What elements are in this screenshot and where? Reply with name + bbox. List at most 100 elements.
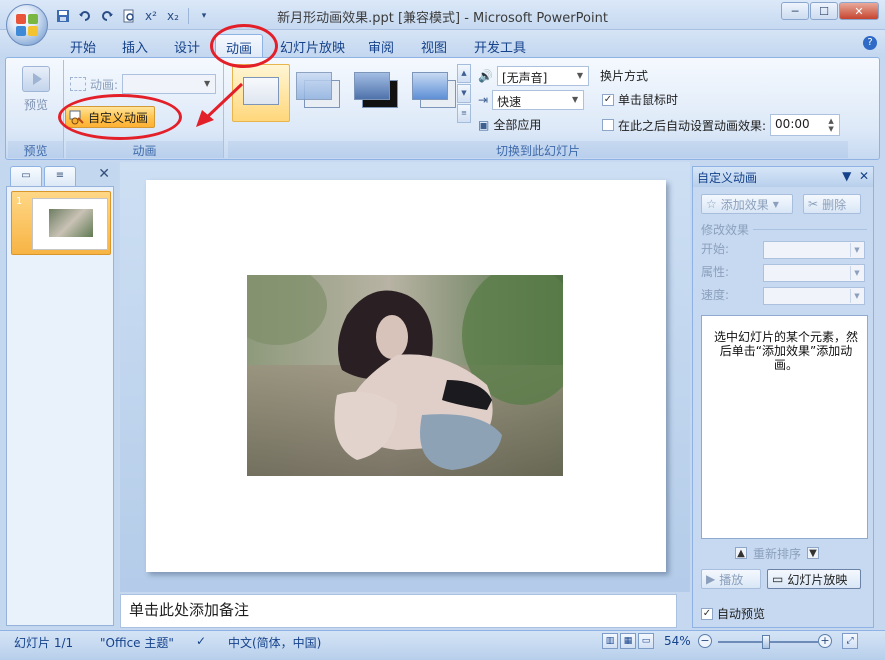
sound-value: [无声音] (501, 71, 548, 85)
slide-sorter-icon[interactable]: ▦ (620, 633, 636, 649)
outline-tab-icon[interactable]: ≡ (44, 166, 76, 186)
animation-list-hint: 选中幻灯片的某个元素，然后单击“添加效果”添加动画。 (713, 330, 858, 372)
add-effect-button[interactable]: ☆ 添加效果 ▼ (701, 194, 793, 214)
tab-home[interactable]: 开始 (60, 34, 106, 57)
slide-photo[interactable] (247, 275, 563, 476)
slideshow-button[interactable]: ▭ 幻灯片放映 (767, 569, 861, 589)
apply-all-button[interactable]: ▣ 全部应用 (478, 116, 541, 133)
tab-insert[interactable]: 插入 (112, 34, 158, 57)
play-label: 播放 (719, 572, 744, 587)
language[interactable]: 中文(简体，中国) (228, 634, 321, 651)
maximize-button[interactable]: ☐ (810, 2, 838, 20)
zoom-in-icon[interactable]: + (818, 634, 832, 648)
slide-thumbnail-selected[interactable]: 1 (11, 191, 111, 255)
chevron-down-icon: ▼ (576, 71, 584, 80)
play-button[interactable]: ▶ 播放 (701, 569, 761, 589)
close-icon[interactable]: ✕ (859, 169, 869, 183)
animation-label: 动画: (90, 77, 119, 92)
slide-canvas[interactable] (146, 180, 666, 572)
slide-frame-icon (354, 72, 390, 100)
slide-editor (120, 162, 690, 592)
move-up-icon[interactable]: ▲ (735, 547, 747, 559)
speed-value: 快速 (497, 95, 522, 109)
thumbnail-photo (49, 209, 93, 237)
slide-tab-icon[interactable]: ▭ (10, 166, 42, 186)
gallery-scroll: ▲ ▼ ≡ (457, 64, 471, 123)
preview-group: 预览 预览 (8, 60, 64, 158)
reorder-row: ▲ 重新排序 ▼ (735, 544, 855, 562)
custom-animation-pane: 自定义动画 ▼ ✕ ☆ 添加效果 ▼ ✂ 删除 修改效果 开始: ▼ 属性: ▼… (692, 166, 874, 628)
delete-button[interactable]: ✂ 删除 (803, 194, 861, 214)
tab-design[interactable]: 设计 (164, 34, 210, 57)
slideshow-label: 幻灯片放映 (787, 572, 848, 587)
start-label: 开始: (701, 242, 730, 256)
speed-row: ⇥ 快速 ▼ (478, 90, 585, 110)
transition-group-label: 切换到此幻灯片 (228, 141, 848, 158)
preview-button[interactable]: 预览 (14, 66, 58, 113)
slide-panel-tabs: ▭ ≡ (10, 166, 76, 188)
slideshow-icon: ▭ (772, 572, 784, 586)
sound-row: 🔊 [无声音] ▼ (478, 66, 589, 86)
apply-all-icon: ▣ (478, 117, 490, 132)
auto-after-spinner[interactable]: 00:00 ▲ ▼ (770, 114, 841, 136)
notes-pane[interactable]: 单击此处添加备注 (120, 594, 677, 628)
sound-combo[interactable]: [无声音] ▼ (496, 66, 589, 86)
slide-count: 幻灯片 1/1 (14, 636, 74, 650)
slideshow-view-icon[interactable]: ▭ (638, 633, 654, 649)
slide-frame-icon (296, 72, 332, 100)
chevron-down-icon: ▼ (850, 289, 863, 303)
speed-combo[interactable]: 快速 ▼ (492, 90, 585, 110)
gallery-up-button[interactable]: ▲ (457, 64, 471, 83)
tab-view[interactable]: 视图 (411, 34, 457, 57)
close-icon[interactable]: ✕ (98, 166, 110, 182)
auto-after-row: 在此之后自动设置动画效果: 00:00 ▲ ▼ (602, 114, 841, 136)
slide-frame-icon (412, 72, 448, 100)
gallery-down-button[interactable]: ▼ (457, 84, 471, 103)
transition-gallery (232, 64, 472, 124)
close-button[interactable]: ✕ (839, 2, 879, 20)
apply-all-label: 全部应用 (493, 118, 542, 132)
annotation-ellipse-button (58, 94, 182, 140)
minimize-button[interactable]: ─ (781, 2, 809, 20)
property-combo[interactable]: ▼ (763, 264, 865, 282)
office-button[interactable] (6, 4, 48, 46)
zoom-level[interactable]: 54% (664, 634, 691, 648)
preview-icon (22, 66, 50, 92)
add-effect-label: 添加效果 (720, 197, 769, 212)
transition-fade-black[interactable] (348, 64, 406, 122)
auto-after-label: 在此之后自动设置动画效果: (618, 118, 767, 133)
auto-after-value: 00:00 (775, 117, 810, 131)
task-pane-menu-icon[interactable]: ▼ (842, 169, 851, 183)
sound-icon: 🔊 (478, 69, 493, 83)
property-label: 属性: (701, 265, 730, 279)
on-click-label: 单击鼠标时 (618, 93, 679, 107)
chevron-down-icon: ▼ (850, 266, 863, 280)
modify-effect-label: 修改效果 (701, 223, 750, 237)
annotation-ellipse-tab (210, 24, 278, 68)
transition-fade-smooth[interactable] (290, 64, 348, 122)
start-combo[interactable]: ▼ (763, 241, 865, 259)
transition-cut[interactable] (406, 64, 464, 122)
tab-developer[interactable]: 开发工具 (464, 34, 536, 57)
switch-mode-label: 换片方式 (600, 69, 649, 83)
animation-list[interactable]: 选中幻灯片的某个元素，然后单击“添加效果”添加动画。 (701, 315, 868, 539)
switch-mode-heading: 换片方式 (600, 67, 648, 84)
preview-label: 预览 (23, 98, 48, 112)
autopreview-checkbox[interactable]: ✓ (701, 607, 713, 620)
help-icon[interactable]: ? (863, 36, 877, 50)
tab-slideshow[interactable]: 幻灯片放映 (270, 34, 355, 57)
status-bar: 幻灯片 1/1 "Office 主题" ✓ 中文(简体，中国) ▥ ▦ ▭ 54… (0, 630, 885, 660)
zoom-slider-thumb[interactable] (762, 635, 770, 649)
slide-thumbnail (32, 198, 108, 250)
slide-list: 1 (6, 186, 114, 626)
zoom-out-icon[interactable]: − (698, 634, 712, 648)
spellcheck-icon[interactable]: ✓ (196, 634, 206, 648)
auto-after-checkbox[interactable] (602, 119, 614, 131)
tab-review[interactable]: 审阅 (358, 34, 404, 57)
on-click-checkbox[interactable]: ✓ (602, 93, 614, 106)
normal-view-icon[interactable]: ▥ (602, 633, 618, 649)
fit-window-icon[interactable]: ⤢ (842, 633, 858, 649)
gallery-more-button[interactable]: ≡ (457, 104, 471, 123)
speed-combo-pane[interactable]: ▼ (763, 287, 865, 305)
move-down-icon[interactable]: ▼ (807, 547, 820, 559)
